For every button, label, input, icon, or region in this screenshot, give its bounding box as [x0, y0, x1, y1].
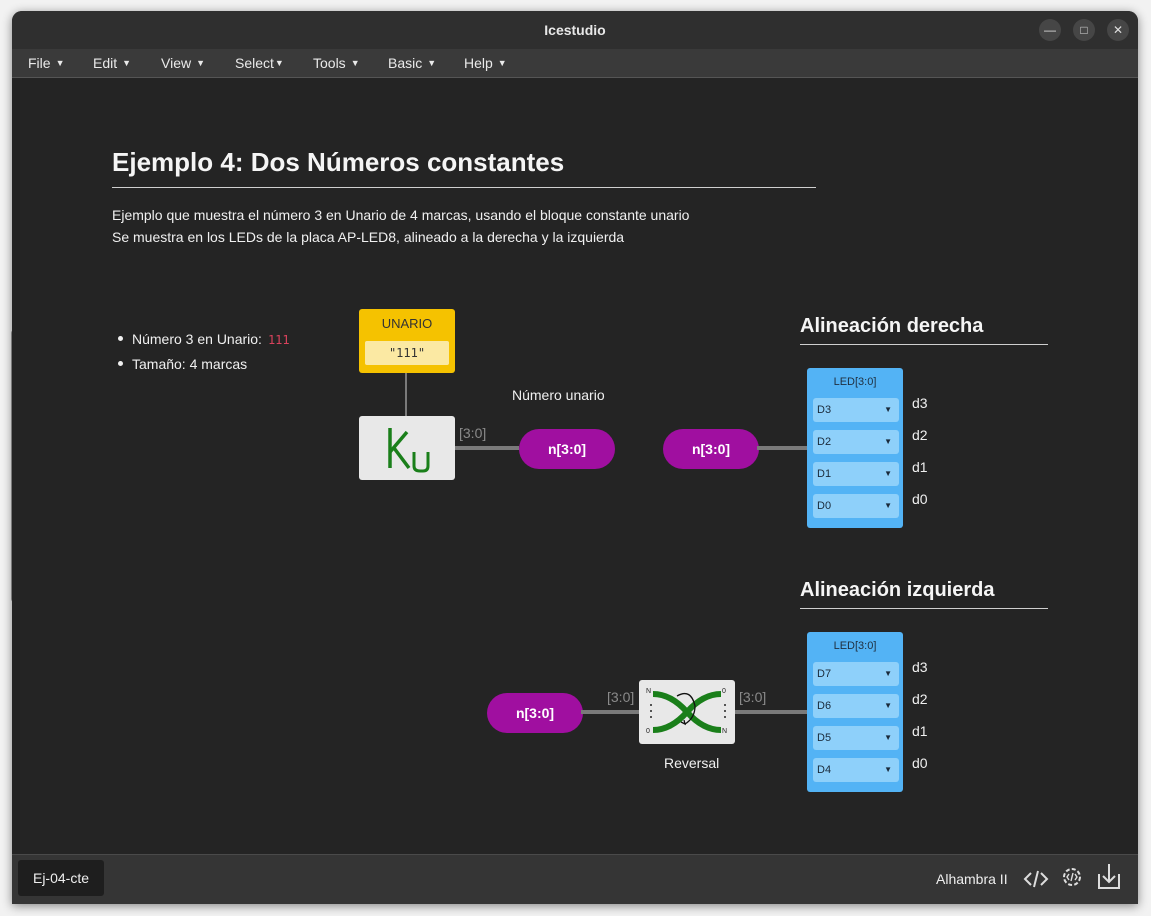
pin-label: d2 — [912, 427, 928, 443]
led-pin-select[interactable]: D6 ▼ — [813, 694, 899, 718]
bus-label-ku: [3:0] — [459, 425, 487, 441]
wire-unario-ku — [405, 372, 407, 416]
menu-view[interactable]: View ▼ — [161, 55, 205, 71]
dropdown-arrow-icon: ▼ — [884, 469, 892, 478]
output-label-n[interactable]: n[3:0] — [519, 429, 615, 469]
page-title: Ejemplo 4: Dos Números constantes — [112, 147, 565, 177]
bullet-item-2: Tamaño: 4 marcas — [118, 356, 247, 372]
caret-down-icon: ▼ — [55, 58, 65, 68]
section-title-right: Alineación derecha — [800, 315, 984, 337]
caret-down-icon: ▼ — [427, 58, 437, 68]
section-right-divider — [800, 344, 1048, 345]
dropdown-arrow-icon: ▼ — [884, 405, 892, 414]
reversal-pin-label: N — [722, 728, 728, 735]
led-pin-select[interactable]: D7 ▼ — [813, 662, 899, 686]
description-line-2: Se muestra en los LEDs de la placa AP-LE… — [112, 229, 625, 245]
bullet-icon — [118, 336, 123, 341]
status-bar: Ej-04-cte Alhambra II — [12, 854, 1138, 904]
led-output-block-left[interactable]: LED[3:0] D7 ▼ D6 ▼ D5 ▼ D4 ▼ — [807, 632, 903, 792]
download-icon[interactable] — [1095, 862, 1123, 892]
code-icon[interactable] — [1023, 866, 1049, 892]
dropdown-arrow-icon: ▼ — [884, 701, 892, 710]
caret-down-icon: ▼ — [274, 58, 284, 68]
input-label-n-right[interactable]: n[3:0] — [663, 429, 759, 469]
led-block-title: LED[3:0] — [833, 376, 877, 388]
unario-label: UNARIO — [381, 316, 433, 331]
settings-code-icon[interactable] — [1059, 864, 1085, 890]
input-label-n-left[interactable]: n[3:0] — [487, 693, 583, 733]
led-pin-select[interactable]: D5 ▼ — [813, 726, 899, 750]
dropdown-arrow-icon: ▼ — [884, 669, 892, 678]
menu-bar: File ▼ Edit ▼ View ▼ Select▼ Tools ▼ Basic ▼ … — [12, 49, 1138, 78]
description-line-1: Ejemplo que muestra el número 3 en Unari… — [112, 207, 690, 223]
dropdown-arrow-icon: ▼ — [884, 501, 892, 510]
dropdown-arrow-icon: ▼ — [884, 437, 892, 446]
menu-edit[interactable]: Edit ▼ — [93, 55, 131, 71]
pin-label: d0 — [912, 755, 928, 771]
unario-value-field[interactable]: "111" — [365, 341, 449, 365]
reversal-block[interactable]: N 0 0 N — [639, 680, 735, 744]
unary-value-text: 111 — [267, 333, 290, 347]
title-divider — [112, 187, 816, 188]
board-name[interactable]: Alhambra II — [936, 871, 1008, 887]
pin-label: d0 — [912, 491, 928, 507]
reversal-pin-label: 0 — [722, 688, 726, 695]
menu-basic[interactable]: Basic ▼ — [388, 55, 436, 71]
ku-block[interactable] — [359, 416, 455, 480]
bullet-icon — [118, 361, 123, 366]
menu-help[interactable]: Help ▼ — [464, 55, 507, 71]
dropdown-arrow-icon: ▼ — [884, 765, 892, 774]
app-window: Icestudio — □ ✕ File ▼ Edit ▼ View ▼ Select… — [12, 11, 1138, 904]
close-button[interactable]: ✕ — [1107, 19, 1129, 41]
led-block-title: LED[3:0] — [833, 640, 877, 652]
menu-tools[interactable]: Tools ▼ — [313, 55, 360, 71]
led-output-block-right[interactable]: LED[3:0] D3 ▼ D2 ▼ D1 ▼ D0 ▼ — [807, 368, 903, 528]
caret-down-icon: ▼ — [196, 58, 206, 68]
bus-label-reversal-in: [3:0] — [607, 689, 635, 705]
menu-file[interactable]: File ▼ — [28, 55, 64, 71]
reversal-pin-label: N — [646, 688, 652, 695]
reversal-label: Reversal — [664, 755, 720, 771]
pin-label: d2 — [912, 691, 928, 707]
pin-label: d1 — [912, 459, 928, 475]
led-pin-select[interactable]: D3 ▼ — [813, 398, 899, 422]
pin-label: d3 — [912, 659, 928, 675]
design-canvas[interactable]: Ejemplo 4: Dos Números constantes Ejempl… — [12, 78, 1138, 854]
led-pin-select[interactable]: D2 ▼ — [813, 430, 899, 454]
pin-label: d1 — [912, 723, 928, 739]
wire-n-reversal — [581, 710, 639, 714]
caret-down-icon: ▼ — [497, 58, 507, 68]
unario-constant-block[interactable]: UNARIO "111" — [359, 309, 455, 373]
led-pin-select[interactable]: D4 ▼ — [813, 758, 899, 782]
numero-unario-label: Número unario — [512, 387, 605, 403]
ku-icon — [388, 428, 430, 473]
reversal-icon — [650, 691, 726, 733]
wire-n-led-right — [757, 446, 807, 450]
minimize-button[interactable]: — — [1039, 19, 1061, 41]
section-title-left: Alineación izquierda — [800, 579, 995, 601]
caret-down-icon: ▼ — [350, 58, 360, 68]
dropdown-arrow-icon: ▼ — [884, 733, 892, 742]
reversal-pin-label: 0 — [646, 728, 650, 735]
maximize-button[interactable]: □ — [1073, 19, 1095, 41]
led-pin-select[interactable]: D0 ▼ — [813, 494, 899, 518]
caret-down-icon: ▼ — [122, 58, 132, 68]
file-tab[interactable]: Ej-04-cte — [18, 860, 104, 896]
wire-ku-output — [455, 446, 519, 450]
window-title: Icestudio — [544, 22, 606, 38]
bullet-item-1: Número 3 en Unario: 111 — [118, 331, 290, 347]
menu-select[interactable]: Select▼ — [235, 55, 284, 71]
section-left-divider — [800, 608, 1048, 609]
pin-label: d3 — [912, 395, 928, 411]
title-bar: Icestudio — □ ✕ — [12, 11, 1138, 49]
led-pin-select[interactable]: D1 ▼ — [813, 462, 899, 486]
bus-label-reversal-out: [3:0] — [739, 689, 767, 705]
wire-reversal-led — [735, 710, 807, 714]
